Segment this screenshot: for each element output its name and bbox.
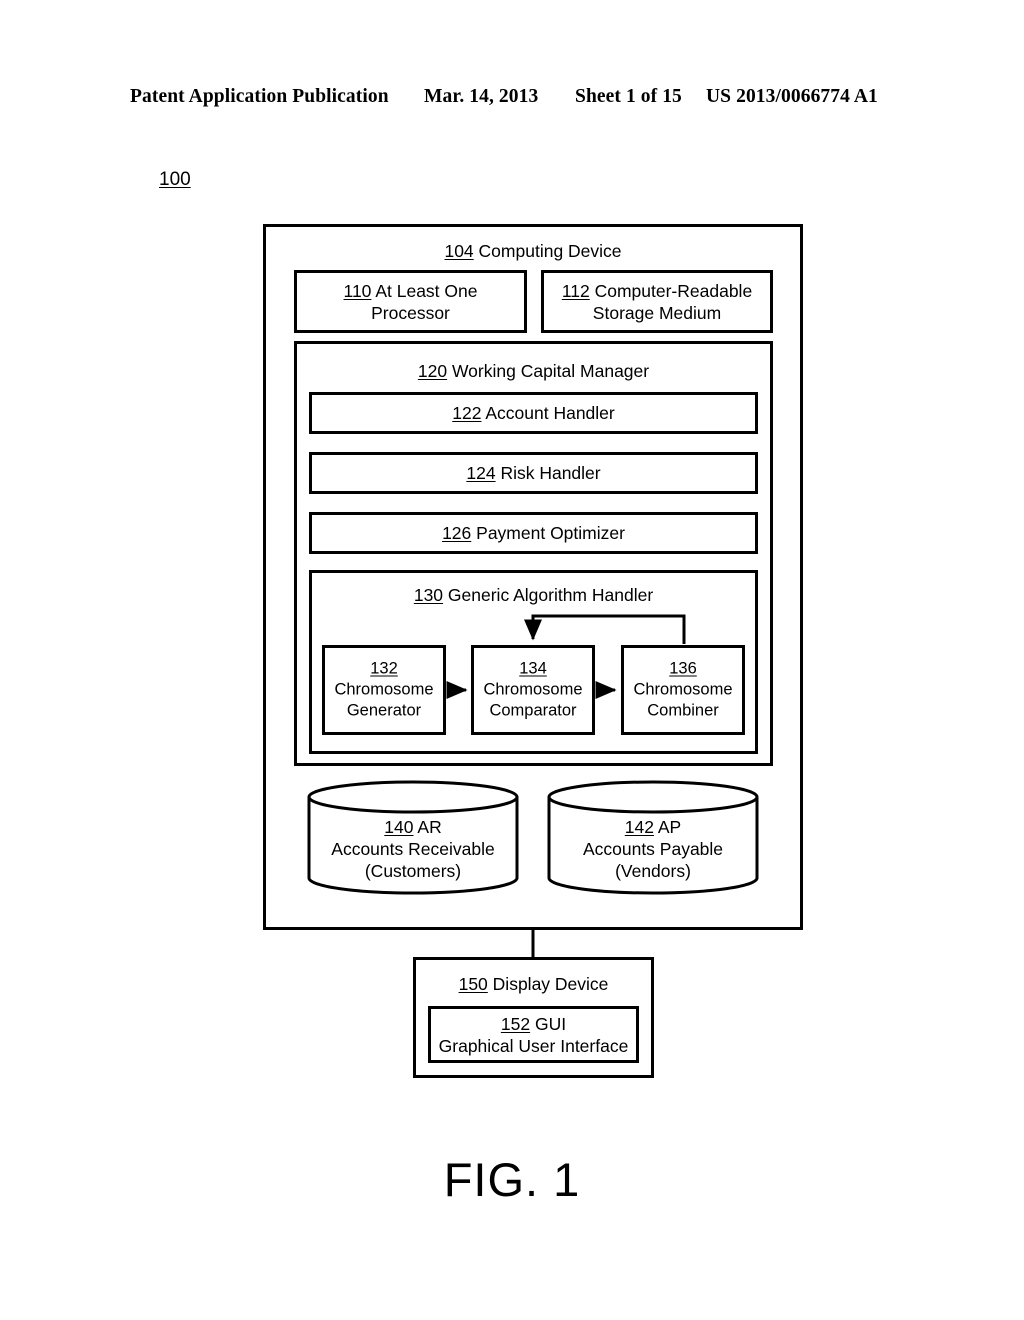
- chromosome-combiner-ref: 136: [669, 659, 697, 678]
- account-handler-ref: 122: [452, 403, 482, 423]
- gui-ref: 152: [500, 1013, 531, 1034]
- computing-device-ref: 104: [444, 241, 474, 261]
- accounts-receivable-line2: Accounts Receivable: [331, 839, 495, 859]
- processor-ref: 110: [343, 280, 372, 301]
- risk-handler-box: 124 Risk Handler: [309, 452, 758, 494]
- header-patent-number-label: US 2013/0066774 A1: [706, 86, 878, 107]
- chromosome-generator-line1: Chromosome: [334, 680, 434, 699]
- generic-algorithm-handler-ref: 130: [413, 585, 444, 605]
- storage-medium-ref: 112: [561, 280, 590, 301]
- display-device-title: 150 Display Device: [416, 973, 651, 995]
- display-device-label: Display Device: [492, 974, 609, 994]
- chromosome-comparator-ref: 134: [519, 659, 547, 678]
- chromosome-combiner-line1: Chromosome: [633, 680, 733, 699]
- chromosome-generator-ref: 132: [370, 659, 398, 678]
- accounts-receivable-line1: AR: [417, 817, 442, 837]
- risk-handler-text: 124 Risk Handler: [312, 462, 755, 484]
- chromosome-generator-line2: Generator: [346, 701, 422, 720]
- payment-optimizer-box: 126 Payment Optimizer: [309, 512, 758, 554]
- chromosome-generator-text: 132 Chromosome Generator: [325, 659, 443, 722]
- chromosome-comparator-line2: Comparator: [489, 701, 577, 720]
- processor-label-line1: At Least One: [375, 280, 478, 301]
- chromosome-combiner-box: 136 Chromosome Combiner: [621, 645, 745, 735]
- chromosome-comparator-box: 134 Chromosome Comparator: [471, 645, 595, 735]
- processor-box: 110 At Least One Processor: [294, 270, 527, 333]
- gui-line2: Graphical User Interface: [438, 1035, 629, 1056]
- risk-handler-ref: 124: [466, 463, 496, 483]
- working-capital-manager-label: Working Capital Manager: [451, 361, 650, 381]
- storage-medium-text: 112 Computer-Readable Storage Medium: [544, 280, 770, 324]
- processor-label-line2: Processor: [371, 302, 450, 323]
- chromosome-combiner-text: 136 Chromosome Combiner: [624, 659, 742, 722]
- accounts-receivable-database-cylinder: 140 AR Accounts Receivable (Customers): [306, 780, 520, 895]
- storage-medium-label-line1: Computer-Readable: [594, 280, 753, 301]
- accounts-payable-line2: Accounts Payable: [582, 839, 724, 859]
- chromosome-combiner-line2: Combiner: [647, 701, 719, 720]
- header-date-label: Mar. 14, 2013: [424, 86, 539, 107]
- display-device-ref: 150: [458, 974, 488, 994]
- header-sheet-label: Sheet 1 of 15: [575, 86, 682, 107]
- account-handler-text: 122 Account Handler: [312, 402, 755, 424]
- gui-box: 152 GUI Graphical User Interface: [428, 1006, 639, 1063]
- computing-device-label: Computing Device: [478, 241, 622, 261]
- storage-medium-label-line2: Storage Medium: [592, 302, 722, 323]
- payment-optimizer-label: Payment Optimizer: [476, 523, 625, 543]
- storage-medium-box: 112 Computer-Readable Storage Medium: [541, 270, 773, 333]
- working-capital-manager-ref: 120: [417, 361, 448, 381]
- accounts-payable-ref: 142: [624, 817, 654, 837]
- accounts-payable-database-cylinder: 142 AP Accounts Payable (Vendors): [546, 780, 760, 895]
- account-handler-box: 122 Account Handler: [309, 392, 758, 434]
- gui-text: 152 GUI Graphical User Interface: [431, 1013, 636, 1057]
- accounts-receivable-line3: (Customers): [364, 861, 462, 881]
- chromosome-comparator-line1: Chromosome: [483, 680, 583, 699]
- accounts-payable-text: 142 AP Accounts Payable (Vendors): [546, 816, 760, 882]
- payment-optimizer-text: 126 Payment Optimizer: [312, 522, 755, 544]
- accounts-payable-line3: (Vendors): [615, 861, 691, 881]
- accounts-receivable-text: 140 AR Accounts Receivable (Customers): [306, 816, 520, 882]
- system-reference-number: 100: [159, 169, 191, 190]
- chromosome-generator-box: 132 Chromosome Generator: [322, 645, 446, 735]
- account-handler-label: Account Handler: [485, 403, 615, 423]
- generic-algorithm-handler-label: Generic Algorithm Handler: [447, 585, 654, 605]
- chromosome-comparator-text: 134 Chromosome Comparator: [474, 659, 592, 722]
- gui-line1: GUI: [534, 1013, 567, 1034]
- accounts-payable-line1: AP: [657, 817, 682, 837]
- accounts-receivable-ref: 140: [384, 817, 414, 837]
- generic-algorithm-handler-title: 130 Generic Algorithm Handler: [312, 584, 755, 606]
- working-capital-manager-title: 120 Working Capital Manager: [297, 360, 770, 382]
- header-publication-label: Patent Application Publication: [130, 86, 389, 107]
- payment-optimizer-ref: 126: [442, 523, 472, 543]
- page-header: Patent Application Publication Mar. 14, …: [0, 86, 1024, 116]
- risk-handler-label: Risk Handler: [500, 463, 601, 483]
- figure-caption: FIG. 1: [443, 1153, 581, 1206]
- processor-text: 110 At Least One Processor: [297, 280, 524, 324]
- computing-device-title: 104 Computing Device: [266, 240, 800, 262]
